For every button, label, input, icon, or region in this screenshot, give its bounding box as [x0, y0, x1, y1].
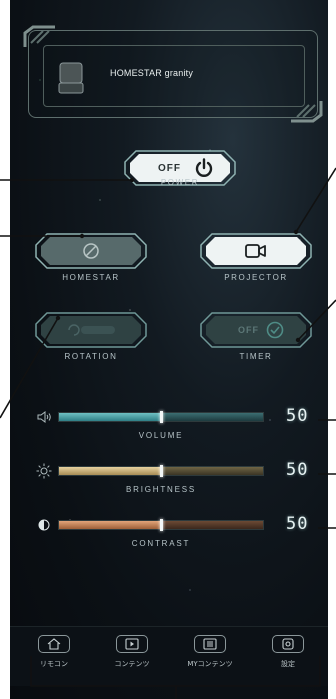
power-state: OFF	[158, 163, 181, 174]
rotation-button[interactable]: ROTATION	[35, 312, 147, 361]
nav-label-contents: コンテンツ	[114, 660, 150, 668]
contrast-slider[interactable]	[58, 519, 264, 531]
contrast-slider-fill	[59, 521, 161, 529]
bottom-nav: リモコン コンテンツ MYコンテンツ 設定	[10, 626, 328, 686]
nav-item-my-contents[interactable]: MYコンテンツ	[180, 635, 240, 675]
homestar-label: HOMESTAR	[62, 273, 120, 282]
brightness-slider-thumb[interactable]	[160, 465, 163, 477]
video-camera-icon	[245, 244, 266, 258]
power-icon	[195, 158, 213, 177]
device-info-panel: HOMESTAR granity	[43, 45, 305, 107]
nav-icon-frame	[194, 635, 226, 653]
brightness-slider-fill	[59, 467, 161, 475]
volume-value: 50	[286, 406, 309, 426]
nav-label-my-contents: MYコンテンツ	[187, 660, 233, 668]
power-label: POWER	[160, 178, 200, 187]
brightness-label: BRIGHTNESS	[125, 485, 196, 494]
contrast-slider-row: CONTRAST 50	[10, 514, 328, 557]
nav-icon-frame	[272, 635, 304, 653]
brightness-slider-row: BRIGHTNESS 50	[10, 460, 328, 503]
volume-slider-fill	[59, 413, 161, 421]
contrast-slider-rest	[161, 521, 263, 529]
timer-state: OFF	[238, 325, 259, 335]
homestar-button[interactable]: HOMESTAR	[35, 233, 147, 282]
nav-label-remote: リモコン	[40, 660, 68, 668]
volume-label: VOLUME	[138, 431, 184, 440]
list-icon	[203, 638, 217, 650]
rotation-label: ROTATION	[64, 352, 118, 361]
device-icon	[58, 62, 84, 94]
contrast-icon	[38, 519, 50, 531]
timer-button[interactable]: OFF TIMER	[200, 312, 312, 361]
power-button[interactable]: OFF POWER	[124, 150, 236, 194]
disabled-icon	[83, 243, 99, 259]
device-card[interactable]: HOMESTAR granity	[23, 25, 323, 123]
nav-item-contents[interactable]: コンテンツ	[102, 635, 162, 675]
brightness-slider-rest	[161, 467, 263, 475]
sun-icon	[36, 463, 52, 479]
nav-label-settings: 設定	[281, 660, 295, 668]
brightness-slider[interactable]	[58, 465, 264, 477]
volume-slider[interactable]	[58, 411, 264, 423]
projector-label: PROJECTOR	[224, 273, 288, 282]
nav-icon-frame	[38, 635, 70, 653]
check-circle-icon	[266, 321, 284, 339]
contrast-value: 50	[286, 514, 309, 534]
brightness-value: 50	[286, 460, 309, 480]
rotation-icon	[68, 324, 115, 336]
app-screen: HOMESTAR granity OFF POWER HOMESTAR PROJ…	[10, 0, 328, 699]
contrast-label: CONTRAST	[131, 539, 191, 548]
volume-slider-rest	[161, 413, 263, 421]
timer-label: TIMER	[239, 352, 273, 361]
film-icon	[125, 638, 139, 650]
nav-item-settings[interactable]: 設定	[258, 635, 318, 675]
gear-icon	[282, 638, 294, 650]
home-icon	[47, 638, 61, 650]
nav-item-remote[interactable]: リモコン	[24, 635, 84, 675]
contrast-slider-thumb[interactable]	[160, 519, 163, 531]
projector-button[interactable]: PROJECTOR	[200, 233, 312, 282]
speaker-icon	[37, 411, 51, 423]
nav-icon-frame	[116, 635, 148, 653]
device-name: HOMESTAR granity	[110, 68, 194, 78]
volume-slider-thumb[interactable]	[160, 411, 163, 423]
volume-slider-row: VOLUME 50	[10, 406, 328, 449]
